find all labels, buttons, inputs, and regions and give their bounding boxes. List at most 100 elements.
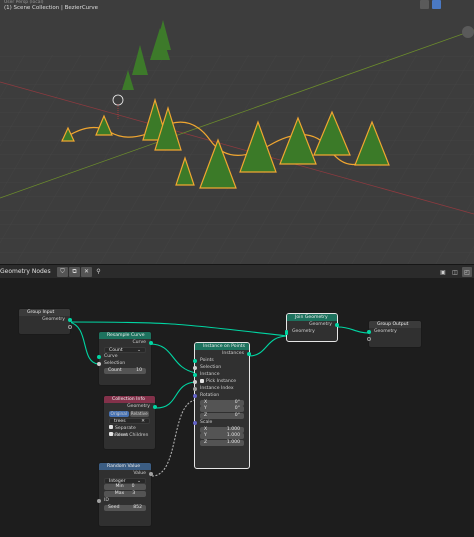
checkbox-checked[interactable]: [109, 432, 113, 436]
field-value: 0°: [234, 399, 240, 405]
socket-label: Value: [133, 471, 146, 476]
integer-socket[interactable]: [97, 498, 101, 503]
random-max-field[interactable]: Max 3: [104, 490, 146, 497]
field-value: 1.000: [226, 433, 240, 438]
3d-viewport[interactable]: User Persp (local) (1) Scene Collection …: [0, 0, 474, 264]
overlay-icon[interactable]: [420, 0, 429, 9]
collection-info-node[interactable]: Collection Info Geometry Original Relati…: [103, 395, 157, 450]
rotation-z-field[interactable]: Z 0°: [200, 412, 244, 419]
resample-curve-title: Resample Curve: [99, 332, 151, 339]
field-label: X: [204, 399, 208, 405]
boolean-socket[interactable]: [193, 379, 197, 384]
empty-socket[interactable]: [367, 336, 371, 341]
geometry-socket[interactable]: [97, 354, 101, 359]
field-value: 0°: [234, 412, 240, 418]
group-input-geometry-output: Geometry: [19, 316, 72, 323]
overlay-toggle-icon[interactable]: ◰: [462, 267, 472, 277]
field-label: Y: [204, 406, 207, 411]
node-tree-name[interactable]: Geometry Nodes: [0, 268, 56, 275]
scale-x-field[interactable]: X 1.000: [200, 426, 244, 433]
group-input-empty-socket: [19, 323, 72, 330]
multi-input-socket[interactable]: [285, 329, 288, 335]
socket-label: Instances: [222, 351, 244, 356]
scale-y-field[interactable]: Y 1.000: [200, 433, 244, 439]
instance-on-points-node[interactable]: Instance on Points Instances Points Sele…: [193, 342, 251, 469]
pin-icon[interactable]: ⚲: [93, 267, 104, 277]
geometry-socket[interactable]: [367, 329, 371, 334]
socket-label: ID: [104, 498, 109, 503]
socket-label: Geometry: [309, 322, 332, 327]
group-input-node[interactable]: Group Input Geometry: [18, 308, 72, 335]
tab-relative[interactable]: Relative: [129, 411, 149, 417]
field-label: Z: [204, 439, 208, 445]
duplicate-icon[interactable]: ⧉: [69, 266, 80, 277]
socket-label: Scale: [200, 420, 213, 425]
reset-children-row[interactable]: Reset Children: [104, 432, 155, 439]
socket-label: Selection: [104, 361, 126, 366]
geometry-socket[interactable]: [149, 340, 153, 345]
socket-label: Geometry: [127, 404, 150, 409]
checkbox-checked[interactable]: [200, 378, 204, 383]
field-label: Min: [115, 484, 124, 489]
rotation-y-field[interactable]: Y 0°: [200, 406, 244, 412]
socket-label: Selection: [200, 365, 222, 370]
tab-original[interactable]: Original: [109, 411, 129, 417]
socket-label: Points: [200, 358, 214, 363]
socket-label: Curve: [104, 354, 118, 359]
checkbox-checked[interactable]: [109, 425, 113, 429]
field-value: 1.000: [226, 439, 240, 445]
geometry-socket[interactable]: [68, 317, 72, 322]
field-label: Max: [114, 490, 125, 496]
random-value-title: Random Value: [99, 463, 151, 470]
collection-selector[interactable]: trees ✕: [109, 418, 150, 424]
close-icon[interactable]: ✕: [141, 419, 145, 424]
group-output-node[interactable]: Group Output Geometry: [367, 320, 422, 348]
geometry-socket[interactable]: [193, 358, 197, 363]
field-value: 0: [131, 484, 135, 489]
dropdown-value: Integer: [109, 478, 126, 484]
lock-icon[interactable]: ▣: [438, 267, 448, 277]
socket-label: Geometry: [42, 317, 65, 322]
viewport-scene: [0, 0, 474, 264]
vector-socket[interactable]: [193, 393, 197, 398]
resample-count-field[interactable]: Count 10: [104, 367, 146, 374]
node-editor-canvas[interactable]: Group Input Geometry Resample Curve Curv…: [0, 278, 474, 537]
collection-info-title: Collection Info: [104, 396, 155, 403]
separate-children-row[interactable]: Separate Children: [104, 425, 155, 438]
random-type-dropdown[interactable]: Integer ⌄: [104, 477, 146, 484]
instance-input: Instance: [193, 371, 249, 378]
navigation-gizmo-icon[interactable]: [462, 26, 474, 38]
boolean-socket[interactable]: [97, 361, 101, 366]
group-input-title: Group Input: [19, 309, 70, 316]
geometry-socket[interactable]: [335, 322, 339, 327]
geometry-socket[interactable]: [153, 404, 157, 409]
instance-index-input: Instance Index: [193, 385, 249, 392]
resample-selection-input: Selection: [97, 360, 151, 367]
field-label: Seed: [108, 504, 120, 510]
shield-icon[interactable]: ⛉: [57, 266, 68, 277]
geometry-socket[interactable]: [193, 372, 197, 377]
view-icon[interactable]: ◫: [450, 267, 460, 277]
collection-name: trees: [114, 419, 126, 424]
rotation-input: Rotation: [193, 392, 249, 399]
vector-socket[interactable]: [193, 420, 197, 425]
integer-socket[interactable]: [149, 471, 153, 476]
geometry-socket[interactable]: [247, 351, 251, 356]
group-output-title: Group Output: [369, 321, 421, 328]
random-value-node[interactable]: Random Value Value Integer ⌄ Min 0 Max 3 ID…: [97, 462, 153, 527]
integer-socket[interactable]: [193, 386, 197, 391]
random-seed-field[interactable]: Seed 852: [104, 504, 146, 511]
scale-z-field[interactable]: Z 1.000: [200, 439, 244, 446]
resample-mode-dropdown[interactable]: Count ⌄: [104, 346, 146, 353]
pick-instance-row[interactable]: Pick Instance: [193, 378, 249, 385]
join-geometry-node[interactable]: Join Geometry Geometry Geometry: [285, 313, 339, 342]
resample-curve-node[interactable]: Resample Curve Curve Count ⌄ Curve Select…: [97, 331, 153, 386]
shading-icon[interactable]: [432, 0, 441, 9]
close-icon[interactable]: ✕: [81, 266, 92, 277]
instances-output: Instances: [195, 350, 251, 357]
field-value: 10: [136, 367, 142, 373]
rotation-x-field[interactable]: X 0°: [200, 399, 244, 406]
empty-socket[interactable]: [68, 324, 72, 329]
random-min-field[interactable]: Min 0: [104, 484, 146, 490]
boolean-socket[interactable]: [193, 365, 197, 370]
